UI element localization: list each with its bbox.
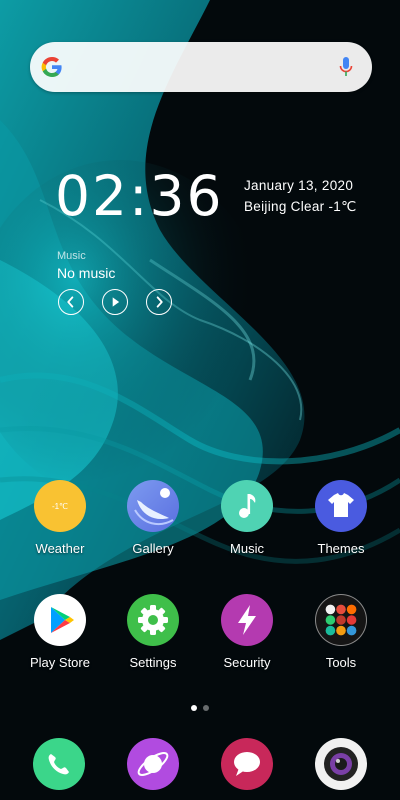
- tshirt-icon[interactable]: [315, 480, 367, 532]
- google-g-icon[interactable]: [40, 55, 64, 79]
- music-widget-label: Music: [57, 250, 86, 262]
- app-gallery[interactable]: Gallery: [107, 480, 199, 556]
- play-store-icon[interactable]: [34, 594, 86, 646]
- app-security[interactable]: Security: [201, 594, 293, 670]
- page-dot-active: [191, 705, 197, 711]
- app-music[interactable]: Music: [201, 480, 293, 556]
- app-label: Gallery: [132, 541, 174, 556]
- dock-messages[interactable]: [221, 738, 273, 790]
- camera-lens-icon: [324, 747, 358, 781]
- page-dot: [203, 705, 209, 711]
- app-weather[interactable]: -1℃ Weather: [14, 480, 106, 556]
- play-button[interactable]: [102, 289, 128, 315]
- weather-text: Beijing Clear -1℃: [244, 199, 357, 214]
- chevron-left-icon: [67, 296, 74, 308]
- play-icon: [112, 297, 120, 307]
- wallpaper: [0, 0, 400, 800]
- weather-icon[interactable]: -1℃: [34, 480, 86, 532]
- next-track-button[interactable]: [146, 289, 172, 315]
- chevron-right-icon: [156, 296, 163, 308]
- app-themes[interactable]: Themes: [295, 480, 387, 556]
- microphone-icon[interactable]: [338, 55, 354, 79]
- dock-browser[interactable]: [127, 738, 179, 790]
- dock-camera[interactable]: [315, 738, 367, 790]
- app-play-store[interactable]: Play Store: [14, 594, 106, 670]
- clock-time[interactable]: 02:36: [55, 164, 224, 228]
- gallery-icon[interactable]: [127, 480, 179, 532]
- date-text: January 13, 2020: [244, 178, 354, 193]
- dock-phone[interactable]: [33, 738, 85, 790]
- app-settings[interactable]: Settings: [107, 594, 199, 670]
- app-label: Themes: [317, 541, 365, 556]
- tools-folder-icon[interactable]: [315, 594, 367, 646]
- app-label: Play Store: [30, 655, 90, 670]
- app-label: Tools: [325, 655, 357, 670]
- app-label: Weather: [35, 541, 85, 556]
- gear-icon[interactable]: [127, 594, 179, 646]
- browser-orbit-icon: [137, 752, 169, 776]
- phone-icon: [48, 754, 69, 775]
- previous-track-button[interactable]: [58, 289, 84, 315]
- search-bar[interactable]: [30, 42, 372, 92]
- app-tools-folder[interactable]: Tools: [295, 594, 387, 670]
- lightning-bolt-icon[interactable]: [221, 594, 273, 646]
- app-label: Settings: [129, 655, 177, 670]
- music-note-icon[interactable]: [221, 480, 273, 532]
- weather-badge: -1℃: [52, 502, 68, 511]
- page-indicator: [0, 698, 400, 716]
- app-label: Music: [230, 541, 264, 556]
- music-track-title: No music: [57, 265, 116, 281]
- message-bubble-icon: [234, 752, 260, 776]
- app-label: Security: [223, 655, 271, 670]
